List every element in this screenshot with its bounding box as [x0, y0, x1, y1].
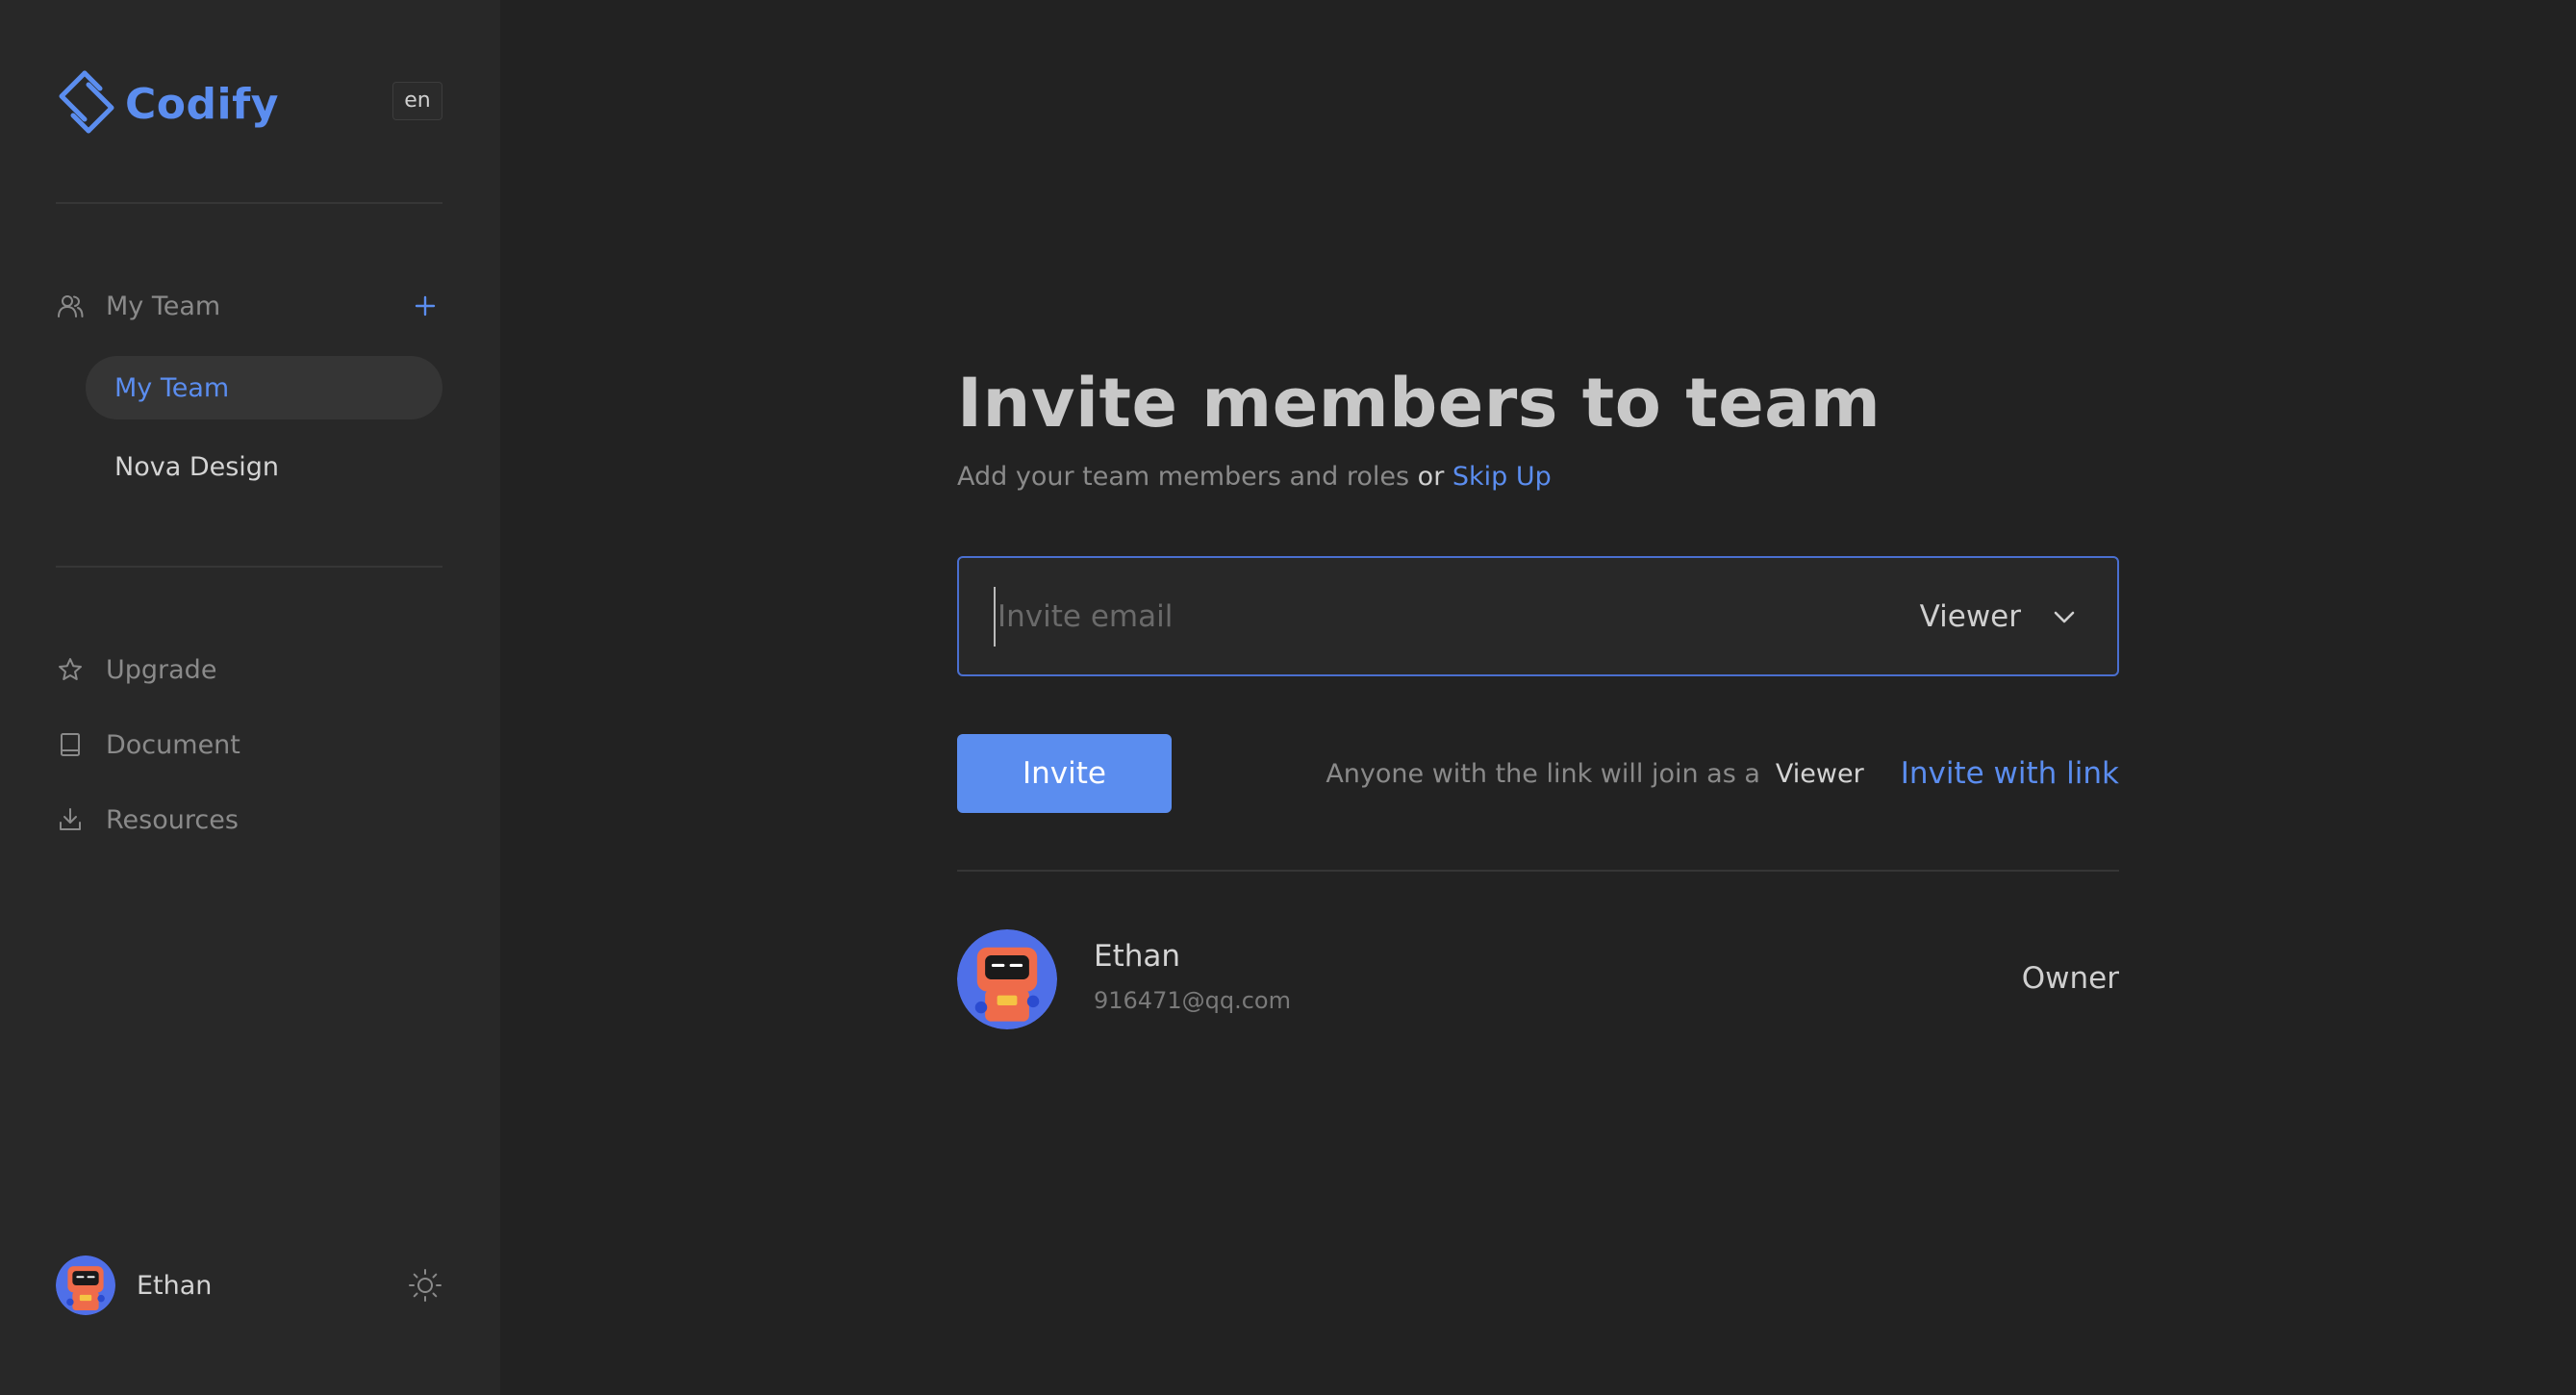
chevron-down-icon [2054, 611, 2075, 623]
avatar [957, 929, 1057, 1029]
team-section-label: My Team [106, 291, 221, 321]
logo[interactable]: Codify [56, 67, 279, 140]
subtitle-text: Add your team members and roles [957, 462, 1410, 492]
add-team-button[interactable] [408, 289, 442, 323]
invite-button[interactable]: Invite [957, 734, 1172, 813]
main-panel: Invite members to team Add your team mem… [500, 0, 2576, 1395]
invite-link-row: Anyone with the link will join as a View… [1326, 754, 2119, 793]
theme-toggle-button[interactable] [408, 1268, 442, 1303]
members-divider [957, 870, 2119, 872]
page-title: Invite members to team [957, 364, 1881, 443]
member-role: Owner [2021, 961, 2119, 996]
role-select-value: Viewer [1919, 599, 2021, 634]
role-select[interactable]: Viewer [1920, 593, 2079, 641]
users-icon [56, 292, 85, 320]
member-row: Ethan 916471@qq.com Owner [957, 929, 2119, 1029]
invite-email-input[interactable] [994, 587, 1859, 647]
avatar [56, 1256, 115, 1315]
sidebar-divider [56, 202, 442, 204]
book-icon [56, 730, 85, 759]
sidebar-item-nova-design[interactable]: Nova Design [86, 435, 442, 498]
sidebar-divider [56, 566, 442, 568]
sidebar-item-upgrade[interactable]: Upgrade [56, 648, 442, 691]
sidebar-item-label: Upgrade [106, 654, 217, 685]
invite-link-role[interactable]: Viewer [1776, 759, 1864, 789]
sidebar-item-resources[interactable]: Resources [56, 799, 442, 841]
download-icon [56, 805, 85, 834]
invite-with-link[interactable]: Invite with link [1901, 756, 2119, 791]
invite-email-box: Viewer [957, 556, 2119, 676]
sidebar-item-label: My Team [114, 372, 230, 403]
app-root: Codify en My Team My Team Nova Design Up… [0, 0, 2576, 1395]
sidebar-item-document[interactable]: Document [56, 723, 442, 766]
sidebar-item-label: Document [106, 729, 240, 760]
codify-logo-icon [56, 67, 117, 140]
plus-icon [415, 295, 436, 317]
invite-link-hint: Anyone with the link will join as a [1326, 758, 1760, 789]
app-name: Codify [125, 79, 279, 129]
subtitle-or: or [1417, 462, 1445, 492]
star-icon [56, 655, 85, 684]
member-email: 916471@qq.com [1094, 987, 1291, 1014]
team-section-header[interactable]: My Team [56, 287, 442, 325]
sun-icon [409, 1269, 442, 1302]
skip-link[interactable]: Skip Up [1452, 462, 1552, 492]
user-name: Ethan [137, 1270, 213, 1301]
current-user[interactable]: Ethan [56, 1256, 442, 1315]
member-name: Ethan [1094, 939, 1181, 974]
sidebar-item-label: Resources [106, 804, 239, 835]
language-switcher[interactable]: en [392, 82, 442, 120]
page-subtitle: Add your team members and roles or Skip … [957, 462, 1552, 492]
sidebar-item-my-team[interactable]: My Team [86, 356, 442, 419]
sidebar: Codify en My Team My Team Nova Design Up… [0, 0, 500, 1395]
sidebar-item-label: Nova Design [114, 451, 280, 482]
